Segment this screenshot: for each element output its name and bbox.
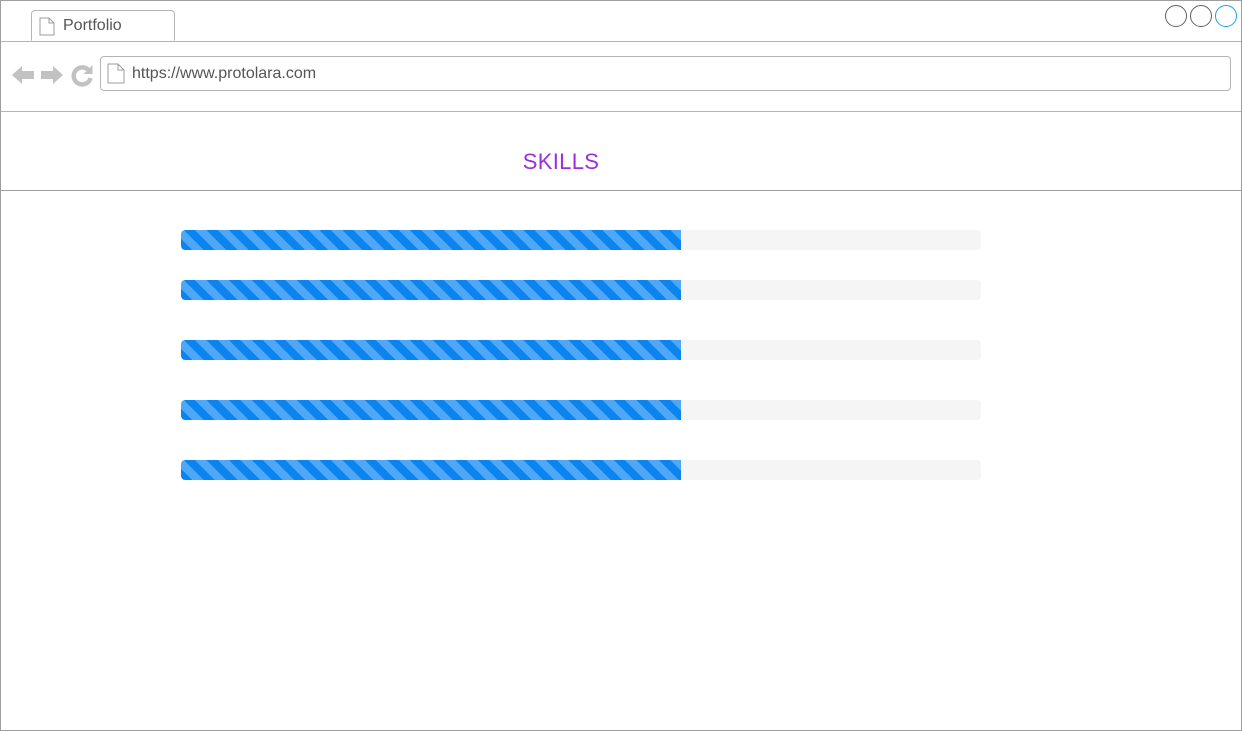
skill-progress-fill [181,230,681,250]
document-icon [39,17,55,41]
browser-window: Portfolio https://www.protolara.com SKIL… [0,0,1242,731]
window-controls [1165,5,1237,27]
page-header: SKILLS [1,112,1241,191]
address-bar-row: https://www.protolara.com [1,42,1241,112]
arrow-right-icon [41,66,63,84]
skill-progress-fill [181,340,681,360]
skill-progress-bar [181,340,981,360]
reload-icon [71,65,93,87]
skill-progress-bar [181,460,981,480]
skill-progress-fill [181,400,681,420]
document-icon [107,63,125,89]
forward-button[interactable] [39,62,65,88]
minimize-button[interactable] [1165,5,1187,27]
skill-progress-bar [181,280,981,300]
skill-progress-fill [181,460,681,480]
skill-progress-bar [181,230,981,250]
arrow-left-icon [12,66,34,84]
skill-progress-bar [181,400,981,420]
skill-progress-fill [181,280,681,300]
reload-button[interactable] [69,62,95,88]
close-button[interactable] [1215,5,1237,27]
tab-label: Portfolio [63,17,122,34]
url-text: https://www.protolara.com [132,65,317,82]
tab-strip: Portfolio [1,1,1241,42]
page-title: SKILLS [522,149,600,174]
url-input[interactable]: https://www.protolara.com [100,56,1231,91]
tab-portfolio[interactable]: Portfolio [31,10,175,41]
maximize-button[interactable] [1190,5,1212,27]
back-button[interactable] [10,62,36,88]
